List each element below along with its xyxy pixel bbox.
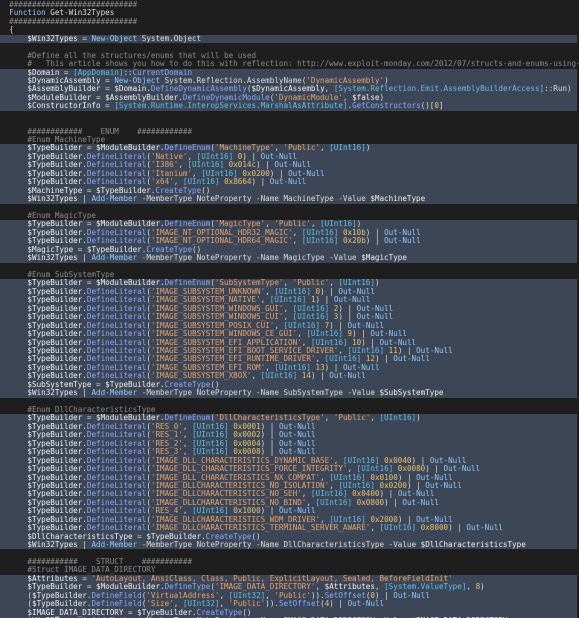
code-token: ) | [365,236,385,246]
code-line[interactable]: $Win32Types | Add-Member -MemberType Not… [0,194,577,204]
code-token: ) | [448,523,467,533]
code-token: $Win32Types [0,253,78,263]
code-token: | [77,253,92,263]
code-token: 0x8664 [224,177,252,187]
code-token: ) [365,143,371,153]
code-token: [UInt16] [301,236,339,246]
code-token: [UInt16] [315,497,353,507]
code-line[interactable]: ############################ [0,16,579,26]
code-token: )). [265,599,279,609]
code-token: Out-Null [393,590,430,600]
code-line[interactable] [0,111,579,119]
code-token: ) | [384,497,403,507]
code-editor[interactable]: ############################ Function Ge… [0,0,579,618]
code-token: Out-Null [393,354,430,364]
code-token: New-Object [91,33,138,43]
code-token: 'Public' [333,413,371,423]
code-token: $Win32Types [0,194,78,204]
code-token: | [77,388,92,398]
code-token: Add-Member [91,540,138,549]
code-token: $DllCharacteristicsType [420,540,526,549]
code-token: ::Run) [544,84,572,94]
code-token: $Win32Types [0,388,78,398]
code-token: = [100,101,115,111]
code-token: | [77,194,92,204]
code-token: ) | [329,599,348,609]
code-token: Add-Member [91,253,138,263]
code-token: [UInt16] [379,523,417,533]
code-token: ) [416,413,421,423]
code-token: , [251,371,261,381]
code-line[interactable]: $Win32Types | Add-Member -MemberType Not… [0,540,577,550]
code-token: 0x8000 [420,523,449,533]
code-token: = [77,33,92,43]
code-token: System.Object [137,33,202,43]
code-line[interactable]: $Win32Types = New-Object System.Object [0,33,577,44]
code-token: , [370,523,380,533]
code-token: $Win32Types [0,33,78,43]
code-token: Add-Member [91,194,138,204]
code-token: , [370,413,380,423]
code-token: Out-Null [347,599,385,609]
code-token: , [292,236,302,246]
code-token: -MemberType NoteProperty -Name DllCharac… [137,540,421,549]
code-line[interactable]: $Win32Types | Add-Member -MemberType Not… [0,253,577,263]
code-token: [UInt16] [260,371,298,381]
code-token: | [77,540,92,549]
code-line[interactable]: $ConstructorInfo = [System.Runtime.Inter… [0,101,577,111]
code-token: $MachineType [370,194,426,204]
code-token: ) | [251,177,270,187]
code-token: $ConstructorInfo [0,101,101,111]
code-token: 0x0800 [356,497,385,507]
code-token: -MemberType NoteProperty -Name MachineTy… [137,194,371,204]
code-token: [UInt16] [379,413,417,423]
code-token: Out-Null [329,371,366,381]
code-token: , [320,143,330,153]
code-token: SetOffset [278,599,321,609]
code-token: ] [438,101,444,111]
code-token: -MemberType NoteProperty -Name SubSystem… [137,388,380,398]
code-token: , [324,413,334,423]
code-token: Out-Null [466,523,503,533]
code-token: -MemberType NoteProperty -Name MagicType… [137,253,362,263]
code-token: [UInt16] [329,143,366,153]
code-token: $MagicType [361,253,407,263]
code-token: GetConstructors [352,101,421,111]
code-line[interactable]: $Win32Types | Add-Member -MemberType Not… [0,388,577,398]
code-token: 0x20b [342,236,366,246]
code-token: [System.Runtime.InteropServices.MarshalA… [114,101,348,111]
code-token: ) [374,278,380,288]
code-token: 14 [301,371,311,381]
code-token: $Win32Types [0,540,78,549]
code-token: ) [480,582,485,592]
code-token: ############################ [0,16,138,26]
code-token: Add-Member [91,388,138,398]
code-token: , [466,582,476,592]
code-token: ) | [310,371,330,381]
code-token: Out-Null [384,236,421,246]
code-token: Out-Null [269,177,307,187]
code-token: $SubSystemType [379,388,444,398]
code-token: ()[ [420,101,435,111]
code-token: Out-Null [402,497,439,507]
